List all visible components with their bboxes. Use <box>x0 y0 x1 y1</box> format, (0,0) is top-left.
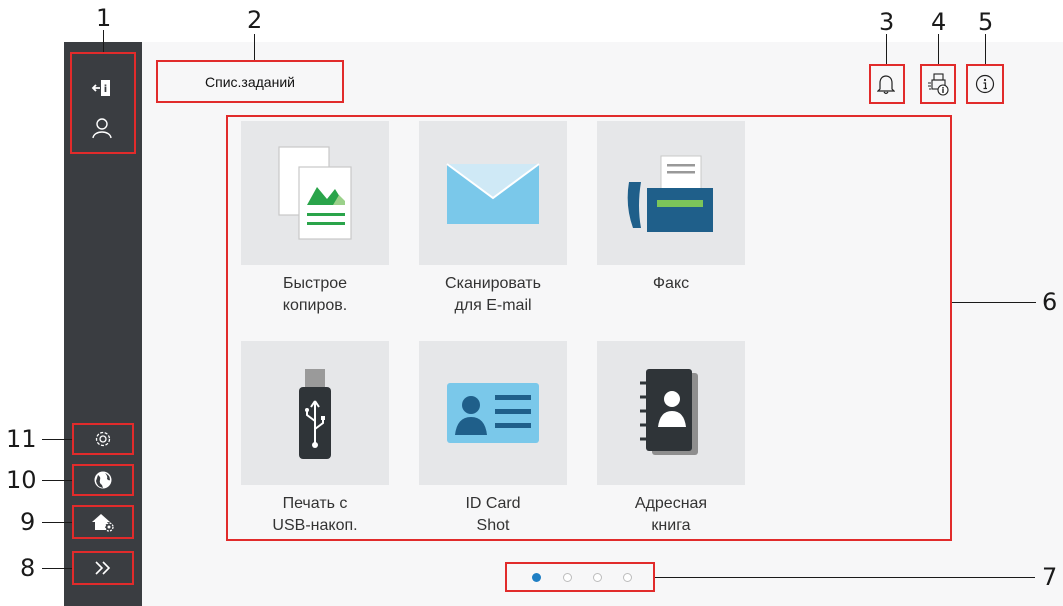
leader-line-2 <box>254 34 255 60</box>
callout-6: 6 <box>1042 288 1058 316</box>
leader-line-11 <box>42 439 72 440</box>
callout-box-7 <box>505 562 655 592</box>
callout-1: 1 <box>96 4 112 32</box>
callout-box-10 <box>72 464 134 496</box>
callout-5: 5 <box>978 8 994 36</box>
callout-box-3 <box>869 64 905 104</box>
callout-box-9 <box>72 505 134 539</box>
leader-line-3 <box>886 34 887 64</box>
leader-line-6 <box>952 302 1036 303</box>
leader-line-1 <box>103 30 104 52</box>
callout-11: 11 <box>6 425 37 453</box>
callout-box-2 <box>156 60 344 103</box>
callout-2: 2 <box>247 6 263 34</box>
callout-box-11 <box>72 423 134 455</box>
leader-line-8 <box>42 568 72 569</box>
callout-box-4 <box>920 64 956 104</box>
callout-10: 10 <box>6 466 37 494</box>
leader-line-9 <box>42 522 72 523</box>
leader-line-5 <box>985 34 986 64</box>
callout-box-6 <box>226 115 952 541</box>
callout-9: 9 <box>20 508 36 536</box>
leader-line-7 <box>655 577 1035 578</box>
callout-7: 7 <box>1042 563 1058 591</box>
leader-line-4 <box>938 34 939 64</box>
callout-8: 8 <box>20 554 36 582</box>
callout-3: 3 <box>879 8 895 36</box>
callout-4: 4 <box>931 8 947 36</box>
leader-line-10 <box>42 480 72 481</box>
callout-box-5 <box>966 64 1004 104</box>
callout-box-8 <box>72 551 134 585</box>
callout-box-1 <box>70 52 136 154</box>
